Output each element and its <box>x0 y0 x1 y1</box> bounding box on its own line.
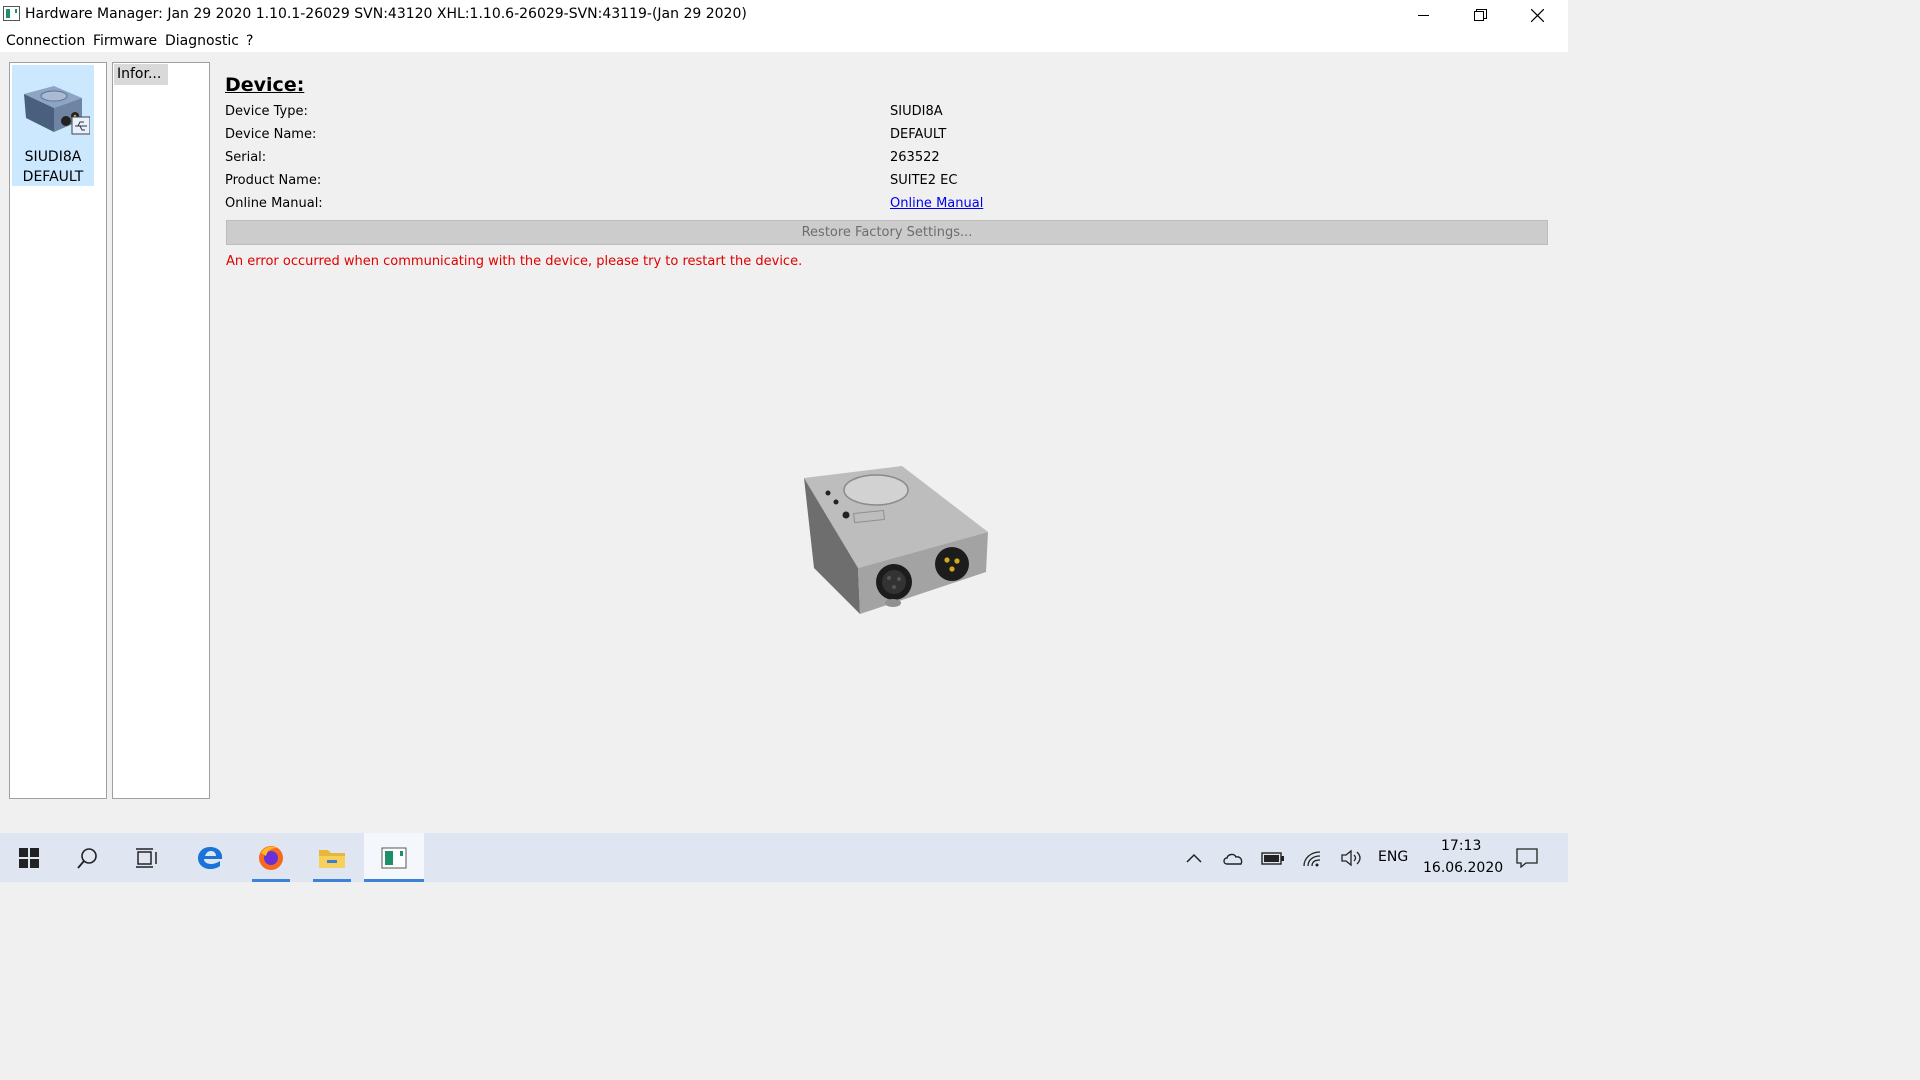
device-list-panel: SIUDI8A DEFAULT <box>9 62 107 799</box>
device-list-item-name: SIUDI8A <box>24 149 82 165</box>
menu-bar: Connection Firmware Diagnostic ? <box>0 30 1568 52</box>
onedrive-button[interactable] <box>1218 833 1248 882</box>
cloud-icon <box>1223 853 1243 865</box>
window-title: Hardware Manager: Jan 29 2020 1.10.1-260… <box>25 6 747 22</box>
speaker-icon <box>1341 849 1361 866</box>
restore-icon <box>1474 8 1487 21</box>
search-icon <box>77 847 97 869</box>
menu-diagnostic[interactable]: Diagnostic <box>165 33 239 49</box>
minimize-icon <box>1417 15 1429 16</box>
file-explorer-button[interactable] <box>307 833 357 882</box>
notification-icon <box>1516 847 1538 868</box>
battery-button[interactable] <box>1258 833 1288 882</box>
action-center-button[interactable] <box>1512 833 1542 882</box>
clock-time[interactable]: 17:13 <box>1441 838 1481 854</box>
show-hidden-icons-button[interactable] <box>1180 833 1208 882</box>
firefox-button[interactable] <box>246 833 296 882</box>
file-explorer-running-indicator <box>313 879 351 882</box>
restore-factory-settings-button[interactable]: Restore Factory Settings... <box>226 220 1548 245</box>
network-button[interactable] <box>1298 833 1328 882</box>
volume-button[interactable] <box>1336 833 1366 882</box>
device-heading: Device: <box>225 74 305 96</box>
device-product-image <box>804 466 988 614</box>
edge-icon <box>198 846 223 869</box>
product-name-label: Product Name: <box>225 173 322 188</box>
search-button[interactable] <box>58 833 118 882</box>
hardware-manager-taskbar-button[interactable] <box>364 833 424 882</box>
minimize-button[interactable] <box>1395 0 1452 30</box>
firefox-icon <box>259 845 283 870</box>
device-name-label: Device Name: <box>225 127 317 142</box>
product-name-value: SUITE2 EC <box>890 173 958 188</box>
hardware-manager-running-indicator <box>364 879 424 882</box>
tab-panel: Infor... <box>112 62 210 799</box>
wifi-icon <box>1303 850 1321 866</box>
task-view-icon <box>136 847 157 868</box>
language-indicator[interactable]: ENG <box>1378 849 1408 865</box>
serial-label: Serial: <box>225 150 267 165</box>
title-bar: Hardware Manager: Jan 29 2020 1.10.1-260… <box>0 0 1568 30</box>
online-manual-link[interactable]: Online Manual <box>890 196 983 211</box>
menu-help[interactable]: ? <box>246 33 253 49</box>
device-type-value: SIUDI8A <box>890 104 943 119</box>
device-type-label: Device Type: <box>225 104 308 119</box>
device-list-item-sub: DEFAULT <box>22 169 84 185</box>
file-explorer-icon <box>319 849 345 868</box>
serial-value: 263522 <box>890 150 940 165</box>
start-icon <box>19 847 39 868</box>
chevron-up-icon <box>1186 853 1202 863</box>
app-icon <box>3 6 20 21</box>
interface-box-icon <box>24 86 90 135</box>
edge-button[interactable] <box>180 833 240 882</box>
tab-information[interactable]: Infor... <box>114 64 168 85</box>
menu-connection[interactable]: Connection <box>6 33 85 49</box>
task-view-button[interactable] <box>118 833 176 882</box>
firefox-running-indicator <box>252 879 290 882</box>
close-icon <box>1531 8 1544 22</box>
error-message: An error occurred when communicating wit… <box>226 254 803 269</box>
taskbar: ENG 17:13 16.06.2020 <box>0 833 1568 882</box>
device-list-item[interactable]: SIUDI8A DEFAULT <box>12 65 94 186</box>
restore-button[interactable] <box>1452 0 1509 30</box>
online-manual-label: Online Manual: <box>225 196 323 211</box>
clock-date[interactable]: 16.06.2020 <box>1423 860 1503 876</box>
battery-icon <box>1261 851 1284 865</box>
hardware-manager-icon <box>381 847 407 868</box>
device-name-value: DEFAULT <box>890 127 947 142</box>
menu-firmware[interactable]: Firmware <box>93 33 157 49</box>
start-button[interactable] <box>0 833 58 882</box>
close-button[interactable] <box>1509 0 1566 30</box>
